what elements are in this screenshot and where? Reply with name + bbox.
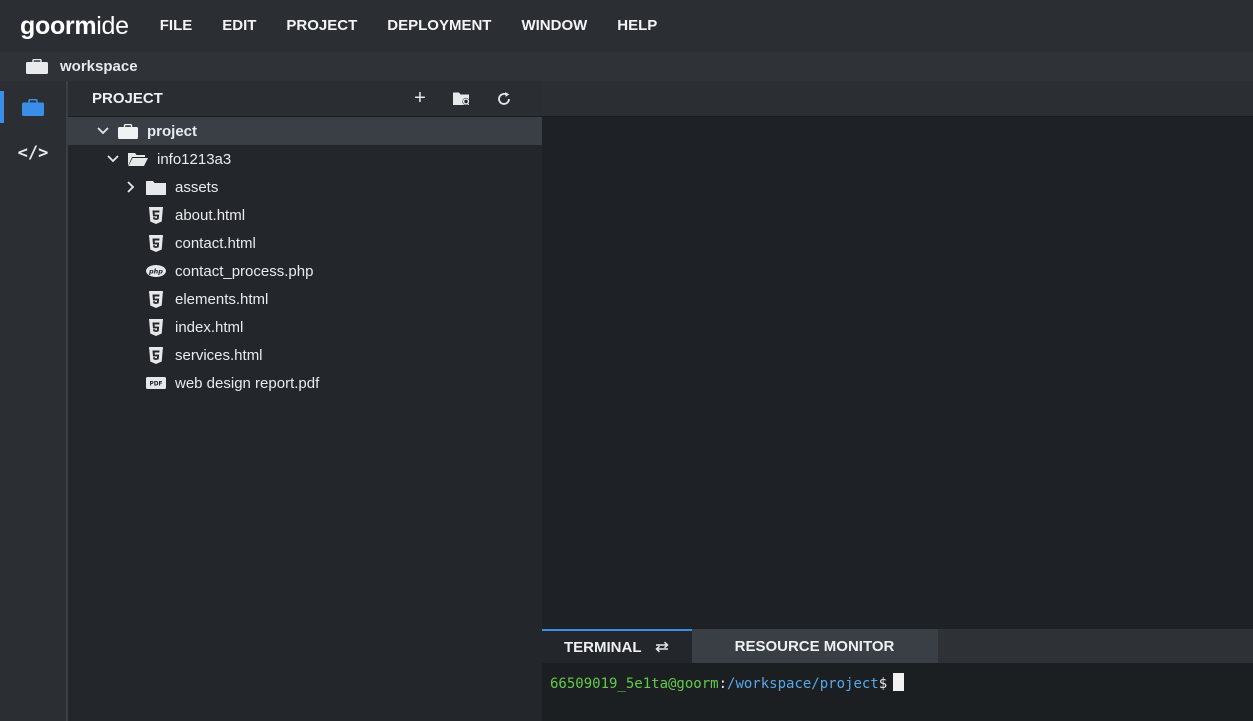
logo-goorm: goorm (20, 11, 97, 40)
php-icon: php (146, 262, 166, 280)
menu-deployment[interactable]: DEPLOYMENT (372, 8, 506, 44)
briefcase-icon (118, 122, 138, 140)
activity-bar: </> (0, 81, 68, 721)
code-icon: </> (17, 143, 49, 163)
terminal-prompt-symbol: $ (878, 676, 888, 692)
html5-icon (146, 346, 166, 364)
panel-tab-bar: TERMINAL RESOURCE MONITOR (542, 629, 1253, 663)
menu-project[interactable]: PROJECT (271, 8, 372, 44)
logo-ide: ide (96, 11, 129, 40)
tree-row-info1213a3[interactable]: info1213a3 (68, 145, 542, 173)
briefcase-icon (22, 98, 44, 116)
menu-edit[interactable]: EDIT (207, 8, 271, 44)
folder-settings-button[interactable] (450, 87, 474, 111)
tree-label: elements.html (175, 290, 269, 308)
svg-text:php: php (148, 267, 163, 275)
html5-icon (146, 234, 166, 252)
briefcase-icon (26, 59, 48, 74)
html5-icon (146, 318, 166, 336)
activity-project-explorer[interactable] (0, 87, 66, 127)
tree-row-elements-html[interactable]: elements.html (68, 285, 542, 313)
tree-label: about.html (175, 206, 246, 224)
tree-row-web-design-report-pdf[interactable]: PDF web design report.pdf (68, 369, 542, 397)
tree-row-index-html[interactable]: index.html (68, 313, 542, 341)
tab-terminal[interactable]: TERMINAL (542, 629, 692, 663)
tree-label: contact.html (175, 234, 256, 252)
html5-icon (146, 290, 166, 308)
explorer-header: PROJECT + (68, 81, 542, 117)
tree-label: project (147, 122, 198, 140)
terminal-cursor (893, 673, 905, 691)
activity-code[interactable]: </> (0, 133, 66, 173)
tree-label: web design report.pdf (175, 374, 320, 392)
tree-label: contact_process.php (175, 262, 314, 280)
tab-resource-monitor-label: RESOURCE MONITOR (734, 637, 895, 655)
bottom-panel: TERMINAL RESOURCE MONITOR 66509019_5e1ta… (542, 629, 1253, 721)
chevron-right-icon[interactable] (124, 180, 138, 194)
plus-icon: + (414, 87, 426, 109)
chevron-down-icon[interactable] (106, 152, 120, 166)
tree-row-contact-html[interactable]: contact.html (68, 229, 542, 257)
editor-area[interactable] (542, 81, 1253, 629)
tab-terminal-label: TERMINAL (564, 638, 642, 656)
editor-tab-bar (542, 81, 1253, 117)
pdf-icon: PDF (146, 374, 166, 392)
menu-help[interactable]: HELP (602, 8, 672, 44)
tree-label: info1213a3 (157, 150, 232, 168)
goorm-ide-window: goorm ide FILE EDIT PROJECT DEPLOYMENT WI… (0, 0, 1253, 721)
file-tree: project info1213a3 assets about.html con… (68, 117, 542, 397)
tree-row-contact-process-php[interactable]: php contact_process.php (68, 257, 542, 285)
tree-row-project[interactable]: project (68, 117, 542, 145)
folder-open-icon (128, 150, 148, 168)
menu-bar: goorm ide FILE EDIT PROJECT DEPLOYMENT WI… (0, 0, 1253, 52)
tree-label: index.html (175, 318, 244, 336)
terminal-user: 66509019_5e1ta@goorm (550, 676, 719, 692)
tree-row-assets[interactable]: assets (68, 173, 542, 201)
menu-file[interactable]: FILE (145, 8, 208, 44)
chevron-down-icon[interactable] (96, 124, 110, 138)
tree-row-services-html[interactable]: services.html (68, 341, 542, 369)
refresh-button[interactable] (492, 87, 516, 111)
workspace-bar[interactable]: workspace (0, 52, 1253, 81)
tree-label: assets (175, 178, 219, 196)
swap-icon[interactable] (654, 641, 670, 653)
folder-gear-icon (453, 92, 470, 106)
terminal-colon: : (718, 676, 728, 692)
explorer-title: PROJECT (92, 90, 163, 107)
new-file-button[interactable]: + (408, 87, 432, 111)
html5-icon (146, 206, 166, 224)
menu-window[interactable]: WINDOW (506, 8, 602, 44)
folder-icon (146, 178, 166, 196)
goormide-logo[interactable]: goorm ide (20, 12, 129, 41)
terminal-path: /workspace/project (727, 676, 879, 692)
tab-resource-monitor[interactable]: RESOURCE MONITOR (691, 629, 938, 663)
workspace-label: workspace (60, 58, 138, 75)
project-explorer: PROJECT + project info1213a3 assets abou… (68, 81, 542, 721)
tree-label: services.html (175, 346, 263, 364)
refresh-icon (498, 91, 510, 105)
terminal-output[interactable]: 66509019_5e1ta@goorm:/workspace/project$ (542, 663, 1253, 721)
tree-row-about-html[interactable]: about.html (68, 201, 542, 229)
svg-text:PDF: PDF (149, 381, 162, 387)
